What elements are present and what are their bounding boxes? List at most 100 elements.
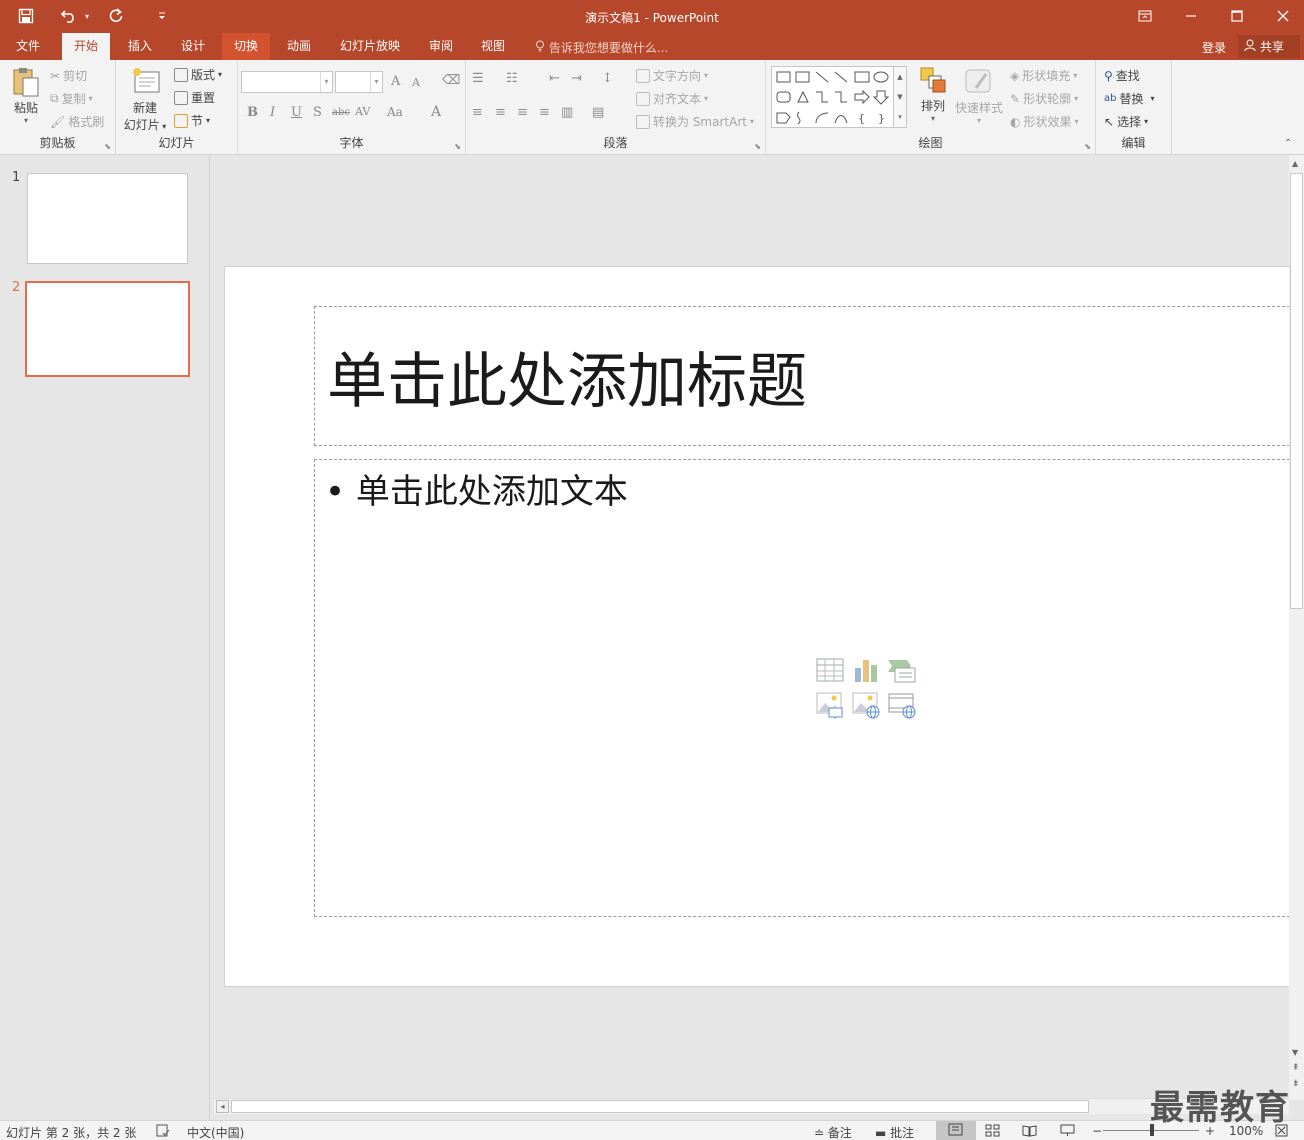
spell-check-icon[interactable]: [156, 1124, 170, 1140]
reset-button[interactable]: 重置: [174, 89, 215, 106]
shapes-gallery-scroll[interactable]: ▲ ▼ ▾: [893, 66, 907, 128]
replace-button[interactable]: ab 替换 ▾: [1104, 90, 1155, 107]
section-button[interactable]: 节 ▾: [174, 112, 210, 129]
font-name-combo[interactable]: ▾: [241, 71, 333, 93]
insert-table-icon[interactable]: [815, 656, 845, 684]
slide-thumbnail-2[interactable]: [25, 281, 190, 377]
clear-format-icon[interactable]: ⌫: [442, 73, 460, 88]
slide-canvas[interactable]: 单击此处添加标题 • 单击此处添加文本: [224, 266, 1304, 987]
dialog-launcher-icon[interactable]: ⬊: [454, 142, 461, 151]
font-color-button[interactable]: A: [431, 104, 441, 120]
align-text-button[interactable]: 对齐文本 ▾: [636, 90, 708, 107]
layout-button[interactable]: 版式 ▾: [174, 66, 222, 83]
collapse-ribbon-icon[interactable]: ⌃: [1284, 138, 1292, 149]
bold-button[interactable]: B: [247, 105, 258, 120]
align-text-label: 对齐文本: [653, 92, 702, 106]
find-button[interactable]: ⚲ 查找: [1104, 67, 1140, 84]
scroll-left-icon[interactable]: ◂: [216, 1100, 229, 1113]
insert-video-icon[interactable]: [887, 690, 917, 719]
horizontal-scrollbar[interactable]: ◂: [214, 1098, 1289, 1114]
columns-icon[interactable]: ▤: [592, 105, 604, 120]
numbering-icon[interactable]: ☷: [506, 71, 518, 86]
bullets-icon[interactable]: ☰: [472, 71, 484, 86]
zoom-out-button[interactable]: −: [1092, 1124, 1102, 1138]
section-icon: [174, 113, 188, 128]
grow-font-button[interactable]: A: [391, 74, 400, 89]
maximize-icon[interactable]: [1222, 5, 1252, 27]
align-right-icon[interactable]: ≡: [517, 105, 528, 120]
paste-button[interactable]: 粘贴 ▾: [8, 66, 44, 130]
tell-me-box[interactable]: 告诉我您想要做什么...: [535, 39, 668, 56]
comments-button[interactable]: ▬ 批注: [875, 1124, 914, 1140]
convert-smartart-button[interactable]: 转换为 SmartArt ▾: [636, 113, 754, 130]
insert-picture-icon[interactable]: [815, 690, 845, 719]
normal-view-button[interactable]: [936, 1121, 976, 1140]
new-slide-button[interactable]: 新建 幻灯片 ▾: [120, 66, 170, 133]
dialog-launcher-icon[interactable]: ⬊: [104, 142, 111, 151]
slideshow-icon[interactable]: [1060, 1124, 1075, 1140]
horizontal-scroll-thumb[interactable]: [231, 1100, 1089, 1113]
reading-view-icon[interactable]: [1022, 1124, 1037, 1140]
dialog-launcher-icon[interactable]: ⬊: [754, 142, 761, 151]
scroll-up-icon[interactable]: ▲: [1292, 159, 1298, 168]
bullet: •: [325, 472, 346, 512]
insert-chart-icon[interactable]: [851, 656, 881, 684]
tab-insert[interactable]: 插入: [116, 33, 164, 60]
language-status[interactable]: 中文(中国): [187, 1124, 244, 1140]
insert-online-picture-icon[interactable]: [851, 690, 881, 719]
previous-slide-icon[interactable]: ⇞: [1292, 1063, 1300, 1073]
slide-thumbnail-1[interactable]: [27, 173, 188, 264]
format-painter-button[interactable]: 🖌 格式刷: [50, 113, 104, 130]
share-button[interactable]: 共享: [1238, 35, 1300, 58]
align-center-icon[interactable]: ≡: [495, 105, 506, 120]
shapes-gallery[interactable]: {}: [771, 66, 907, 128]
ribbon-display-icon[interactable]: [1130, 5, 1160, 27]
tab-home[interactable]: 开始: [62, 33, 111, 60]
tab-file[interactable]: 文件: [4, 33, 52, 60]
char-spacing-button[interactable]: AV: [355, 105, 370, 118]
dialog-launcher-icon[interactable]: ⬊: [1084, 142, 1091, 151]
tab-slideshow[interactable]: 幻灯片放映: [328, 33, 412, 60]
tab-transitions[interactable]: 切换: [222, 33, 271, 60]
slide-sorter-icon[interactable]: [985, 1124, 1000, 1140]
vertical-scroll-thumb[interactable]: [1290, 173, 1303, 609]
next-slide-icon[interactable]: ⇟: [1292, 1079, 1300, 1089]
copy-button[interactable]: ⧉ 复制 ▾: [50, 90, 93, 107]
shadow-button[interactable]: S: [313, 105, 322, 120]
justify-icon[interactable]: ≡: [539, 105, 550, 120]
distribute-icon[interactable]: ▥: [561, 105, 573, 120]
shrink-font-button[interactable]: A: [412, 76, 420, 89]
tab-animations[interactable]: 动画: [275, 33, 323, 60]
shape-fill-button[interactable]: ◈ 形状填充 ▾: [1010, 67, 1077, 84]
minimize-icon[interactable]: [1176, 5, 1206, 27]
tab-view[interactable]: 视图: [469, 33, 517, 60]
increase-indent-icon[interactable]: ⇥: [571, 71, 582, 86]
notes-button[interactable]: ≐ 备注: [814, 1124, 852, 1140]
shape-effects-button[interactable]: ◐ 形状效果 ▾: [1010, 113, 1079, 130]
drawing-group-label: 绘图: [918, 136, 943, 150]
tab-review[interactable]: 审阅: [417, 33, 465, 60]
title-placeholder[interactable]: 单击此处添加标题: [314, 306, 1304, 446]
arrange-button[interactable]: 排列 ▾: [916, 66, 950, 123]
shape-outline-button[interactable]: ✎ 形状轮廓 ▾: [1010, 90, 1078, 107]
quick-styles-button[interactable]: 快速样式 ▾: [954, 66, 1004, 125]
font-size-combo[interactable]: ▾: [335, 71, 383, 93]
change-case-button[interactable]: Aa: [387, 105, 403, 119]
strikethrough-button[interactable]: abc: [332, 107, 350, 118]
vertical-scrollbar[interactable]: ▲ ▼ ⇞ ⇟: [1289, 155, 1304, 1100]
align-left-icon[interactable]: ≡: [472, 105, 483, 120]
select-button[interactable]: ↖ 选择 ▾: [1104, 113, 1148, 130]
text-direction-button[interactable]: 文字方向 ▾: [636, 67, 708, 84]
scroll-down-icon[interactable]: ▼: [1292, 1048, 1298, 1057]
italic-button[interactable]: I: [270, 105, 275, 120]
insert-smartart-icon[interactable]: [887, 656, 917, 684]
login-link[interactable]: 登录: [1202, 39, 1226, 56]
cut-button[interactable]: ✂ 剪切: [50, 67, 87, 84]
close-icon[interactable]: [1268, 5, 1298, 27]
decrease-indent-icon[interactable]: ⇤: [549, 71, 560, 86]
content-placeholder[interactable]: • 单击此处添加文本: [314, 459, 1304, 917]
tab-design[interactable]: 设计: [169, 33, 217, 60]
line-spacing-icon[interactable]: ↕: [602, 71, 613, 86]
underline-button[interactable]: U: [291, 105, 302, 120]
scissors-icon: ✂: [50, 68, 61, 83]
